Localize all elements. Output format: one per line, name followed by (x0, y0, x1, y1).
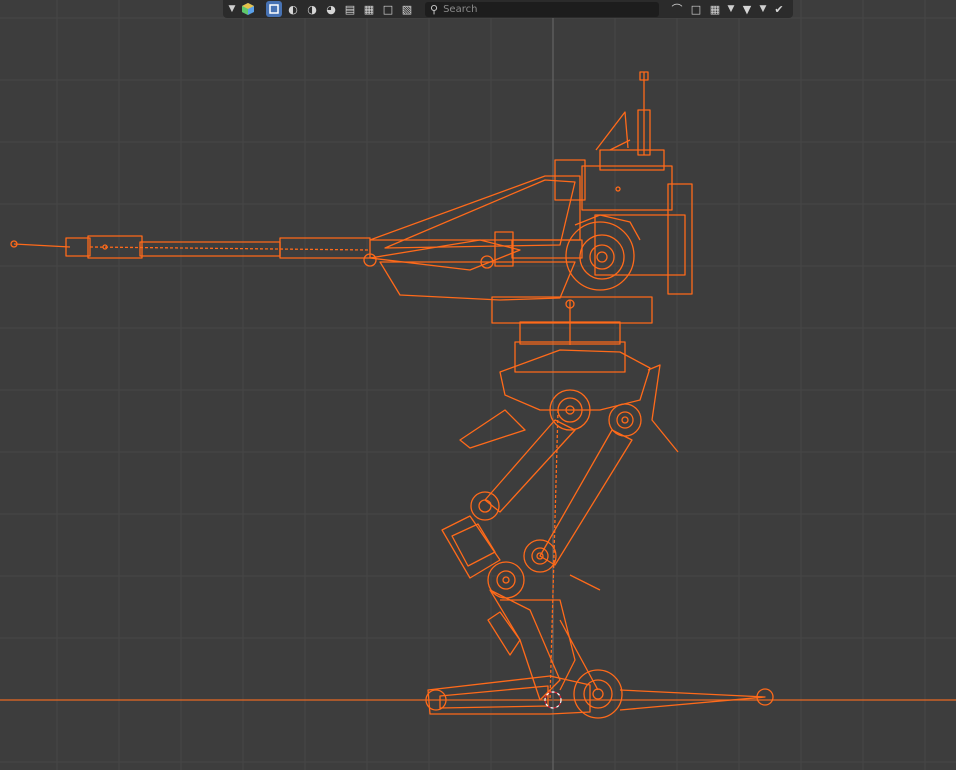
chevron-down-icon[interactable]: ▼ (227, 1, 237, 17)
search-icon: ⚲ (430, 2, 439, 16)
image-icon[interactable]: ▦ (361, 1, 377, 17)
search-placeholder: Search (443, 3, 478, 15)
color-cube-icon[interactable] (240, 1, 256, 17)
bookmark-icon[interactable]: □ (688, 1, 704, 17)
material-sphere-icon[interactable]: ◑ (304, 1, 320, 17)
viewport-header-toolbar: ▼ ◐ ◑ ◕ ▤ ▦ □ ▧ ⚲ Search ⌒ □ ▦ ▼ ▼ ▼ ✔ (223, 0, 793, 18)
chevron-down-icon[interactable]: ▼ (726, 1, 736, 17)
view-toggle-icon[interactable]: ⌒ (669, 1, 685, 17)
check-shield-icon[interactable]: ✔ (771, 1, 787, 17)
object-icon[interactable] (266, 1, 282, 17)
shading-sphere-icon[interactable]: ◐ (285, 1, 301, 17)
search-input[interactable]: ⚲ Search (425, 1, 659, 17)
mech-wireframe[interactable] (0, 0, 956, 770)
paint-icon[interactable]: ▧ (399, 1, 415, 17)
3d-viewport[interactable] (0, 0, 956, 770)
brush-icon[interactable]: □ (380, 1, 396, 17)
edit-tool-icon[interactable]: ▤ (342, 1, 358, 17)
funnel-icon[interactable]: ▼ (739, 1, 755, 17)
chevron-down-icon[interactable]: ▼ (758, 1, 768, 17)
world-sphere-icon[interactable]: ◕ (323, 1, 339, 17)
layout-icon[interactable]: ▦ (707, 1, 723, 17)
